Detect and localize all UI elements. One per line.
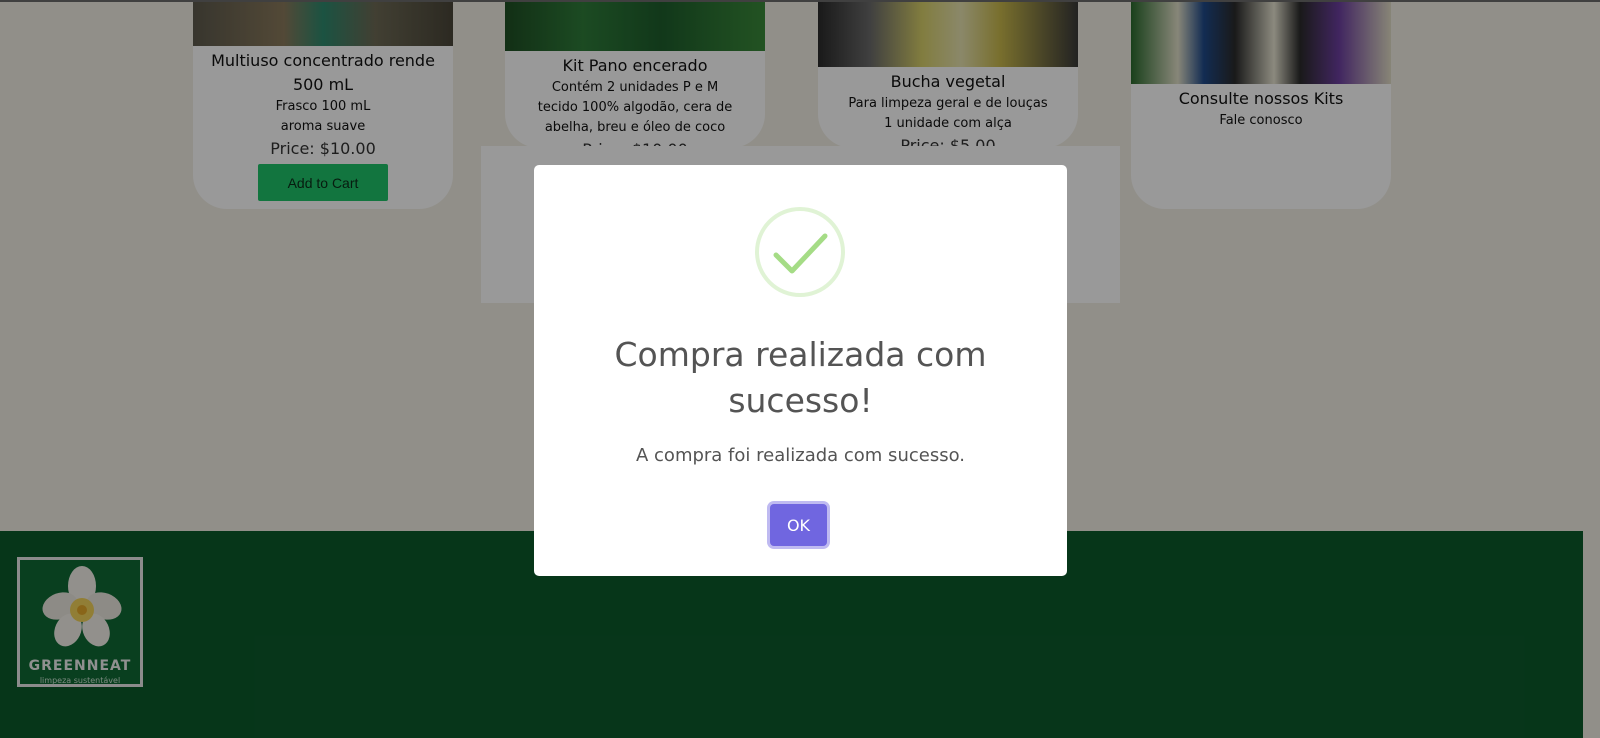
dialog-message: A compra foi realizada com sucesso. (636, 445, 965, 466)
ok-button[interactable]: OK (770, 504, 827, 546)
success-check-icon (755, 207, 845, 297)
dialog-title: Compra realizada com sucesso! (614, 335, 987, 420)
success-dialog: Compra realizada com sucesso! A compra f… (534, 165, 1067, 576)
